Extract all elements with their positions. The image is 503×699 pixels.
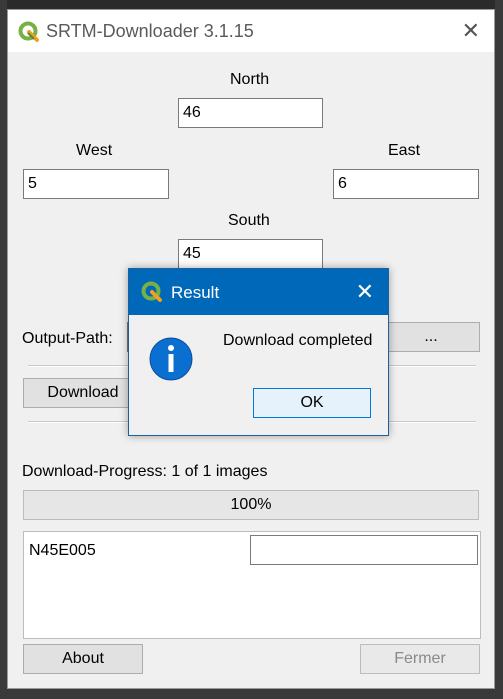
output-path-label: Output-Path: <box>22 330 113 347</box>
download-button[interactable]: Download <box>23 378 143 408</box>
result-dialog: Result ✕ Download completed OK <box>128 268 389 436</box>
west-input[interactable] <box>23 169 169 199</box>
tile-status-field[interactable] <box>250 535 478 565</box>
east-input[interactable] <box>333 169 479 199</box>
dialog-titlebar: Result ✕ <box>129 269 388 315</box>
window-titlebar: SRTM-Downloader 3.1.15 ✕ <box>8 10 494 52</box>
close-button[interactable]: Fermer <box>360 644 480 674</box>
desktop-background-right <box>495 0 503 699</box>
north-label: North <box>230 71 270 88</box>
qgis-logo-icon <box>18 21 39 42</box>
close-icon[interactable]: ✕ <box>356 279 374 305</box>
west-label: West <box>76 142 113 159</box>
north-input[interactable] <box>178 98 323 128</box>
dialog-message: Download completed <box>223 332 373 349</box>
download-progress-label: Download-Progress: 1 of 1 images <box>22 463 268 480</box>
close-icon[interactable]: ✕ <box>462 20 480 42</box>
dialog-title: Result <box>171 283 220 302</box>
desktop-background-left <box>0 0 7 699</box>
qgis-logo-icon <box>141 281 162 302</box>
east-label: East <box>388 142 421 159</box>
south-input[interactable] <box>178 239 323 269</box>
desktop-background-bottom <box>0 688 503 699</box>
window-title: SRTM-Downloader 3.1.15 <box>46 21 254 41</box>
list-item[interactable]: N45E005 <box>29 542 96 560</box>
ok-button[interactable]: OK <box>253 388 371 418</box>
info-icon <box>149 337 193 381</box>
progress-percent-text: 100% <box>230 496 272 513</box>
file-list[interactable]: N45E005 <box>23 531 481 639</box>
browse-button[interactable]: ... <box>382 322 480 352</box>
download-progress-bar: 100% <box>23 490 479 520</box>
south-label: South <box>228 212 270 229</box>
about-button[interactable]: About <box>23 644 143 674</box>
